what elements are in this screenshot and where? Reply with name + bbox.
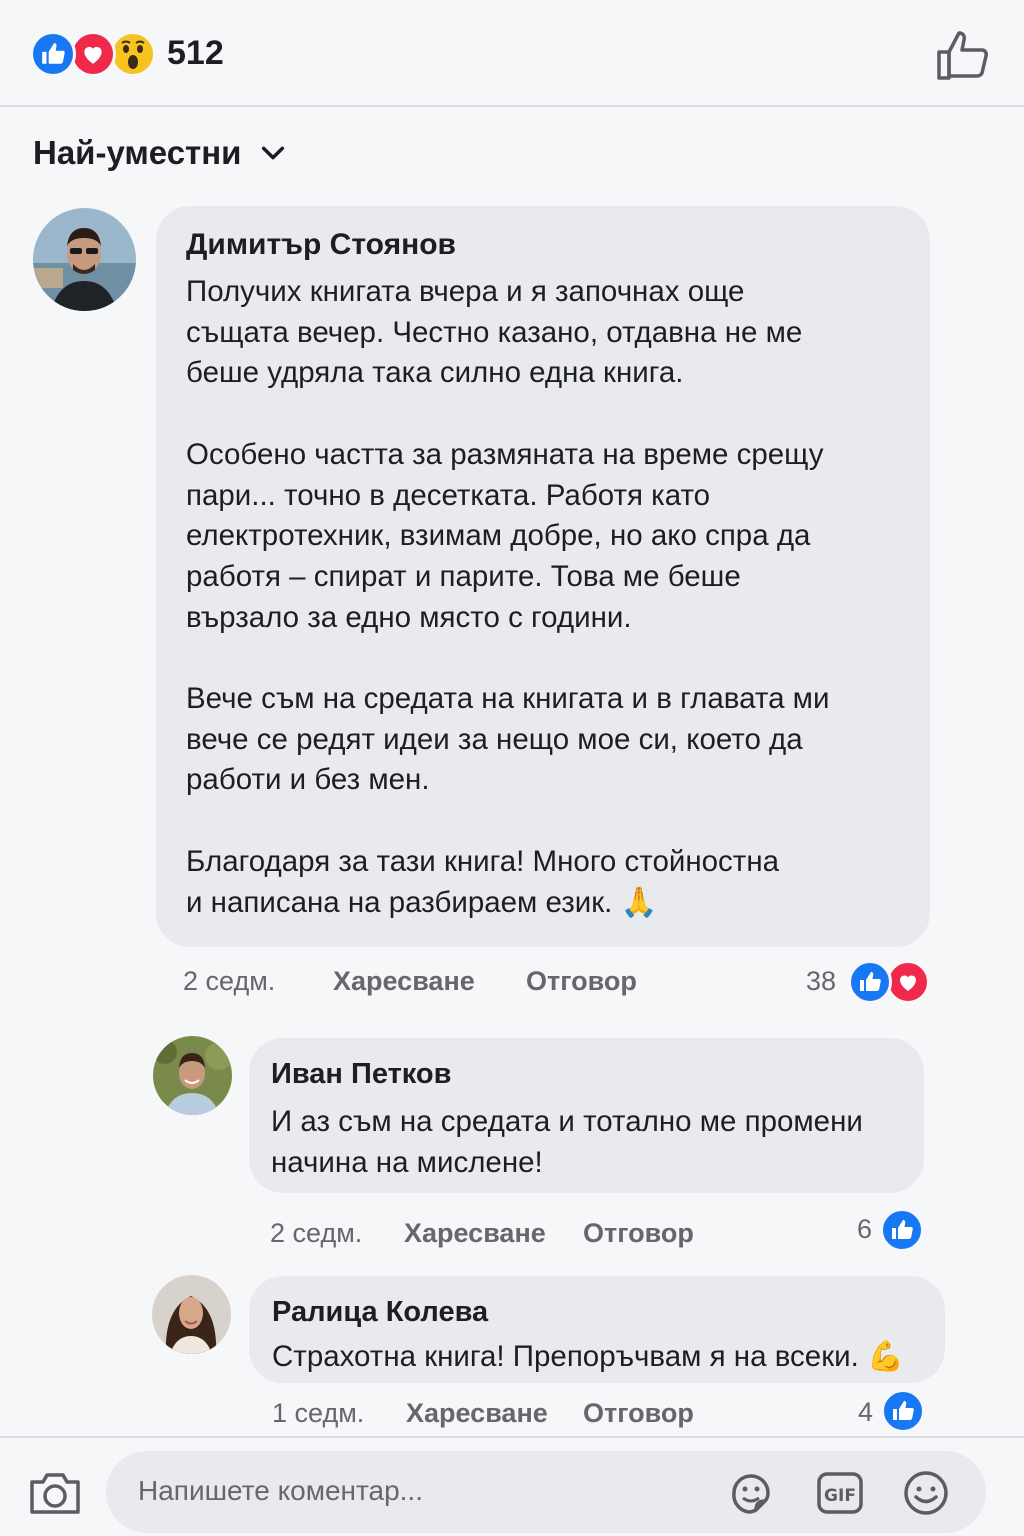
- emoji-icon[interactable]: [901, 1468, 951, 1518]
- comment-input[interactable]: Напишете коментар... GIF: [106, 1451, 986, 1533]
- comment-reaction-count[interactable]: 38: [806, 966, 836, 997]
- love-icon: [70, 31, 116, 77]
- camera-icon[interactable]: [28, 1468, 82, 1516]
- like-icon: [848, 960, 892, 1004]
- reply-bubble: Иван Петков И аз съм на средата и тоталн…: [249, 1038, 924, 1193]
- comment-text: Получих книгата вчера и я започнах още с…: [186, 275, 830, 919]
- reply-author[interactable]: Иван Петков: [271, 1058, 451, 1091]
- like-reply-button[interactable]: Харесване: [406, 1398, 548, 1429]
- reply-bubble: Ралица Колева Страхотна книга! Препоръчв…: [249, 1276, 945, 1383]
- sticker-icon[interactable]: [726, 1468, 776, 1518]
- reaction-summary-bar: 512: [0, 0, 1024, 107]
- comment-time[interactable]: 2 седм.: [183, 966, 275, 997]
- reply-author[interactable]: Ралица Колева: [272, 1296, 488, 1329]
- sort-label: Най-уместни: [33, 134, 242, 171]
- comment-bubble: Димитър Стоянов Получих книгата вчера и …: [156, 206, 930, 947]
- reply-reaction-count[interactable]: 4: [858, 1397, 873, 1428]
- love-icon: [886, 960, 930, 1004]
- reply-time[interactable]: 1 седм.: [272, 1398, 364, 1429]
- comment-composer: Напишете коментар... GIF: [0, 1436, 1024, 1536]
- sort-dropdown[interactable]: Най-уместни: [33, 131, 287, 175]
- reply-text: Страхотна книга! Препоръчвам я на всеки.…: [272, 1340, 904, 1373]
- like-button-icon[interactable]: [934, 26, 992, 82]
- reply-reaction-count[interactable]: 6: [857, 1214, 872, 1245]
- like-icon: [881, 1389, 925, 1433]
- reply-button[interactable]: Отговор: [526, 966, 637, 997]
- like-icon: [880, 1208, 924, 1252]
- wow-icon: [110, 31, 156, 77]
- avatar-ralitsa[interactable]: [152, 1275, 231, 1354]
- like-icon: [30, 31, 76, 77]
- avatar-dimitar[interactable]: [33, 208, 136, 311]
- reply-text: И аз съм на средата и тотално ме промени…: [271, 1105, 863, 1179]
- svg-text:GIF: GIF: [824, 1486, 856, 1506]
- like-comment-button[interactable]: Харесване: [333, 966, 475, 997]
- avatar-ivan[interactable]: [153, 1036, 232, 1115]
- comments-screen: 512 Най-уместни Димитър Стоянов Получих …: [0, 0, 1024, 1536]
- gif-icon[interactable]: GIF: [815, 1468, 865, 1518]
- comment-author[interactable]: Димитър Стоянов: [186, 228, 456, 262]
- reply-time[interactable]: 2 седм.: [270, 1218, 362, 1249]
- chevron-down-icon: [262, 146, 285, 160]
- like-reply-button[interactable]: Харесване: [404, 1218, 546, 1249]
- reply-to-reply-button[interactable]: Отговор: [583, 1218, 694, 1249]
- reaction-count[interactable]: 512: [167, 34, 224, 73]
- comment-input-placeholder: Напишете коментар...: [138, 1475, 423, 1506]
- reply-to-reply-button[interactable]: Отговор: [583, 1398, 694, 1429]
